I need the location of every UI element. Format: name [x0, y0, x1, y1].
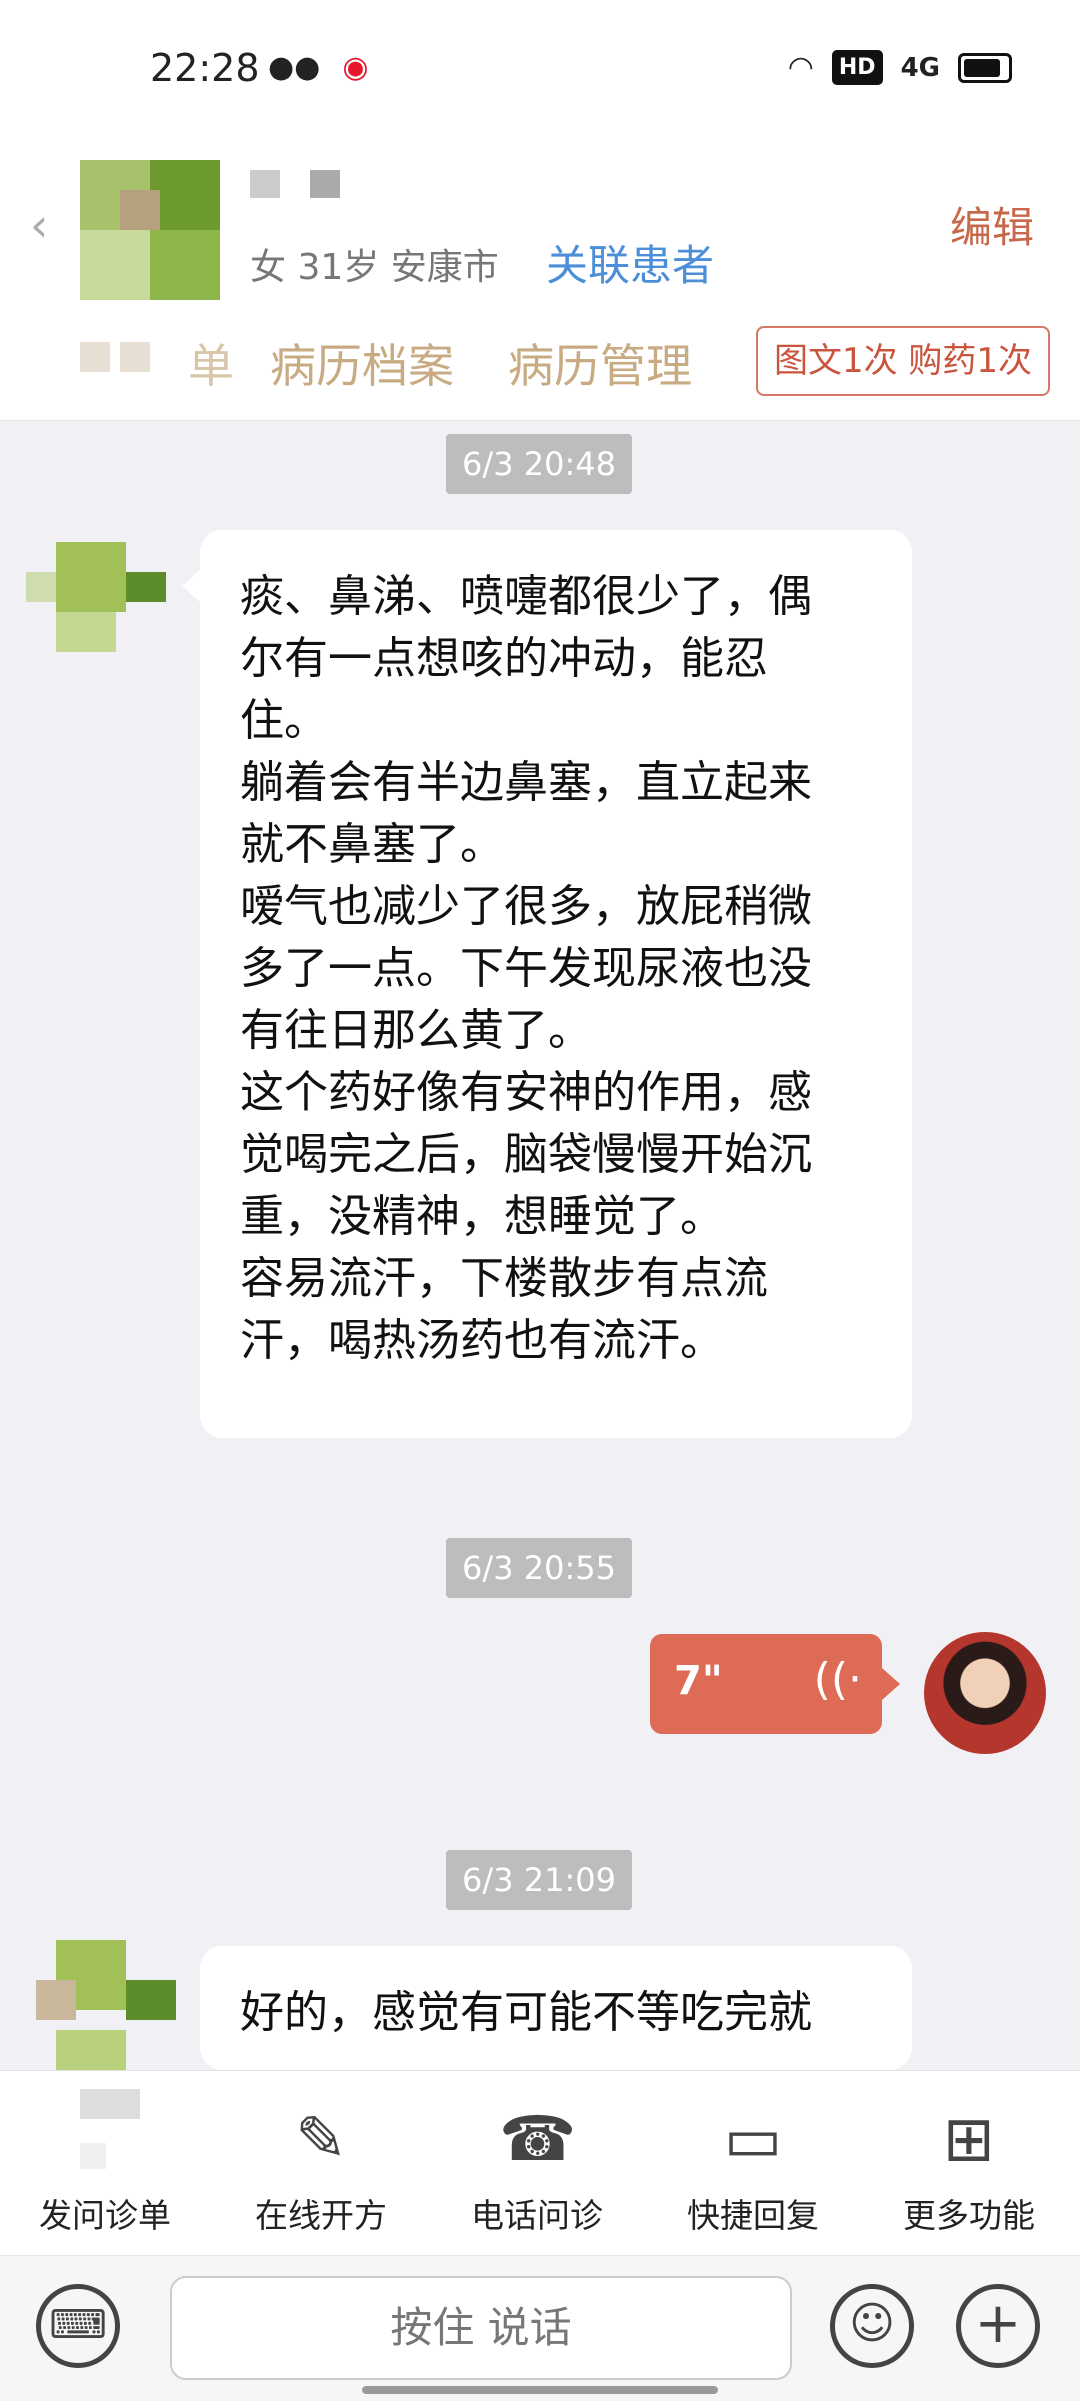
- weibo-icon: ◉: [342, 50, 369, 85]
- signal-icon: 4G: [900, 52, 940, 83]
- keyboard-icon[interactable]: ⌨: [36, 2284, 120, 2368]
- message-text: 汗，喝热汤药也有流汗。: [240, 1315, 724, 1366]
- notification-icons: ●● ◉: [268, 50, 369, 85]
- patient-avatar[interactable]: [36, 1940, 176, 2080]
- phone-icon: ☎: [499, 2102, 577, 2175]
- home-indicator: [362, 2386, 718, 2394]
- message-text: 就不鼻塞了。: [240, 819, 504, 870]
- tool-questionnaire[interactable]: 发问诊单: [0, 2071, 210, 2256]
- chat-bubble-icon: ▭: [723, 2102, 783, 2175]
- message-text: 躺着会有半边鼻塞，直立起来: [240, 757, 812, 808]
- message-text: 觉喝完之后，脑袋慢慢开始沉: [240, 1129, 812, 1180]
- clock: 22:28: [150, 46, 260, 90]
- message-text: 有往日那么黄了。: [240, 1005, 592, 1056]
- questionnaire-icon-blur: [80, 2143, 106, 2169]
- patient-avatar[interactable]: [80, 160, 220, 300]
- battery-icon: [958, 52, 1012, 83]
- link-patient-button[interactable]: 关联患者: [546, 232, 714, 293]
- message-timestamp: 6/3 20:48: [446, 434, 632, 494]
- tab-medical-records[interactable]: 病历档案: [270, 330, 454, 396]
- questionnaire-icon: [80, 2089, 140, 2119]
- status-bar: 22:28 ●● ◉ ◠ HD 4G: [0, 0, 1080, 130]
- input-bar: ⌨ 按住 说话 ☺ +: [0, 2255, 1080, 2401]
- message-text: 重，没精神，想睡觉了。: [240, 1191, 724, 1242]
- emoji-icon[interactable]: ☺: [830, 2284, 914, 2368]
- message-text: 嗳气也减少了很多，放屁稍微: [240, 881, 812, 932]
- tab-record-management[interactable]: 病历管理: [508, 330, 692, 396]
- voice-wave-icon: ((·: [813, 1654, 862, 1705]
- back-icon[interactable]: ‹: [30, 198, 48, 252]
- message-text: 容易流汗，下楼散步有点流: [240, 1253, 768, 1304]
- voice-duration: 7": [674, 1658, 723, 1704]
- system-icons: ◠ HD 4G: [788, 50, 1012, 85]
- voice-message[interactable]: 7" ((·: [650, 1634, 900, 1734]
- tool-label: 更多功能: [903, 2196, 1035, 2235]
- message-bubble: 痰、鼻涕、喷嚏都很少了，偶 尔有一点想咳的冲动，能忍 住。 躺着会有半边鼻塞，直…: [182, 530, 912, 1438]
- patient-header: ‹ 女 31岁 安康市 关联患者 编辑 单 病历档案 病历管理 图文1次 购药1…: [0, 130, 1080, 421]
- message-timestamp: 6/3 21:09: [446, 1850, 632, 1910]
- tool-label: 电话问诊: [471, 2196, 603, 2235]
- tool-label: 在线开方: [255, 2196, 387, 2235]
- tab-blur: [80, 342, 200, 382]
- action-toolbar: 发问诊单 ✎ 在线开方 ☎ 电话问诊 ▭ 快捷回复 ⊞ 更多功能: [0, 2070, 1080, 2256]
- prescription-pen-icon: ✎: [295, 2102, 347, 2175]
- edit-button[interactable]: 编辑: [950, 194, 1034, 255]
- patient-avatar[interactable]: [26, 512, 166, 652]
- message-bubble: 好的，感觉有可能不等吃完就: [200, 1946, 912, 2070]
- tool-label: 快捷回复: [687, 2196, 819, 2235]
- wifi-icon: ◠: [787, 50, 814, 85]
- hold-to-talk-button[interactable]: 按住 说话: [170, 2276, 792, 2380]
- patient-meta: 女 31岁 安康市: [250, 247, 499, 288]
- message-timestamp: 6/3 20:55: [446, 1538, 632, 1598]
- message-text: 多了一点。下午发现尿液也没: [240, 943, 812, 994]
- message-text: 好的，感觉有可能不等吃完就: [240, 1987, 812, 2038]
- tool-phone-consult[interactable]: ☎ 电话问诊: [432, 2071, 642, 2256]
- patient-name-blur: [250, 170, 280, 198]
- service-badge[interactable]: 图文1次 购药1次: [756, 326, 1050, 396]
- tab-partial[interactable]: 单: [188, 330, 234, 396]
- plus-square-icon: ⊞: [943, 2102, 995, 2175]
- doctor-avatar[interactable]: [924, 1632, 1046, 1754]
- plus-icon[interactable]: +: [956, 2284, 1040, 2368]
- tool-more[interactable]: ⊞ 更多功能: [864, 2071, 1074, 2256]
- hd-icon: HD: [831, 50, 883, 85]
- wechat-icon: ●●: [268, 50, 321, 85]
- message-text: 这个药好像有安神的作用，感: [240, 1067, 812, 1118]
- message-text: 痰、鼻涕、喷嚏都很少了，偶: [240, 571, 812, 622]
- tool-label: 发问诊单: [39, 2196, 171, 2235]
- tool-quick-reply[interactable]: ▭ 快捷回复: [648, 2071, 858, 2256]
- tool-prescribe[interactable]: ✎ 在线开方: [216, 2071, 426, 2256]
- message-text: 住。: [240, 695, 328, 746]
- message-text: 尔有一点想咳的冲动，能忍: [240, 633, 768, 684]
- patient-name-blur: [310, 170, 340, 198]
